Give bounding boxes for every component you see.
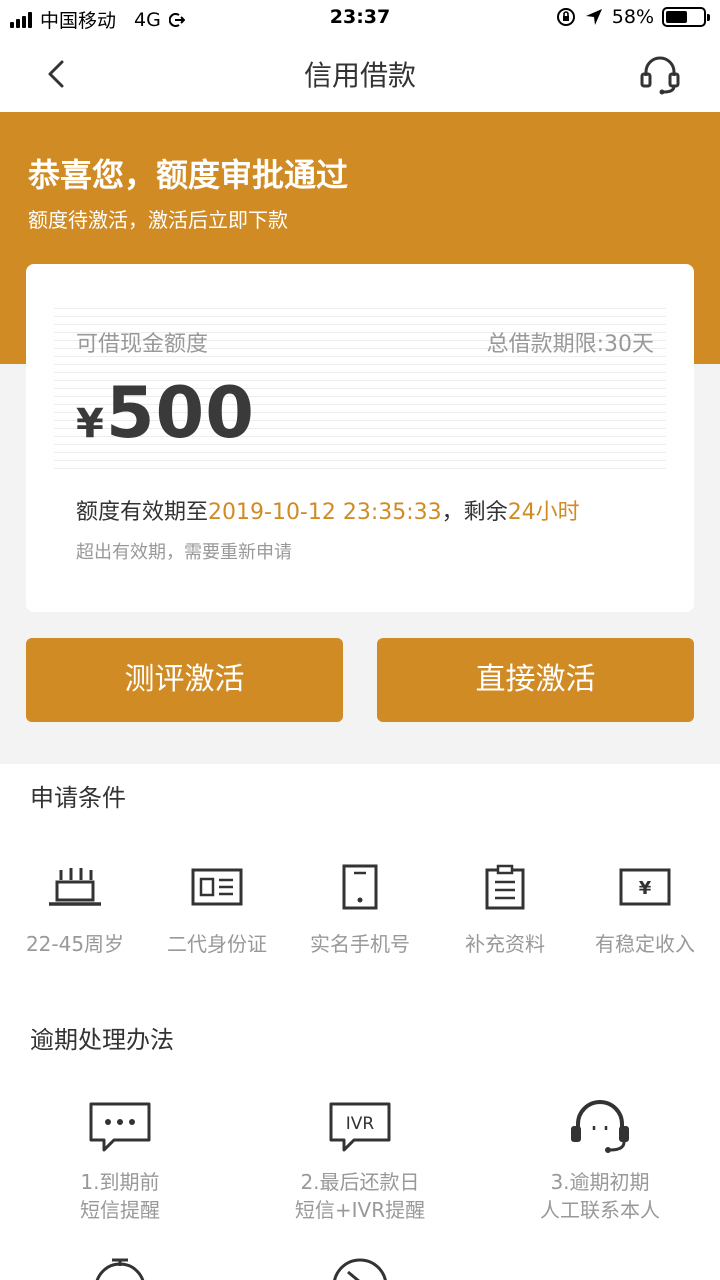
svg-text:¥: ¥ [639,878,652,899]
loan-term-label: 总借款期限:30天 [486,332,654,357]
ivr-bubble-icon: IVR [329,1102,391,1152]
evaluate-activate-button[interactable]: 测评激活 [26,638,343,722]
battery-fill [666,11,687,23]
overdue-step-label: 1.到期前 [80,1170,160,1194]
page-title: 信用借款 [303,59,416,92]
headset-icon [571,1100,629,1153]
battery-icon [662,7,710,27]
status-bar-right: 58% [556,6,710,28]
credit-amount-value: 500 [105,372,255,454]
validity-date: 2019-10-12 23:35:33 [208,500,442,525]
direct-activate-button[interactable]: 直接激活 [377,638,694,722]
validity-note: 超出有效期，需要重新申请 [76,542,292,563]
condition-label: 二代身份证 [167,932,267,956]
condition-item-age: 22-45周岁 [3,864,147,957]
conditions-title: 申请条件 [30,784,126,812]
overdue-step-desc: 短信+IVR提醒 [294,1198,426,1222]
condition-label: 实名手机号 [310,932,410,956]
nav-bar: 信用借款 [0,36,720,112]
overdue-step-2: IVR 2.最后还款日 短信+IVR提醒 [240,1100,480,1224]
credit-limit-card: 可借现金额度 总借款期限:30天 ¥ 500 额度有效期至2019-10-12 … [26,264,694,612]
validity-prefix: 额度有效期至 [76,500,209,525]
condition-label: 22-45周岁 [25,932,125,956]
overdue-title: 逾期处理办法 [30,1026,174,1054]
validity-remaining: 24小时 [507,500,580,525]
condition-item-income: ¥ 有稳定收入 [573,864,717,957]
approval-subtitle: 额度待激活，激活后立即下款 [28,208,288,232]
overdue-step-desc: 短信提醒 [80,1198,160,1222]
id-card-icon [191,868,243,906]
overdue-step-label: 3.逾期初期 [550,1170,650,1194]
orientation-lock-icon [556,8,575,26]
stopwatch-icon [95,1258,145,1280]
condition-item-phone: 实名手机号 [288,864,432,957]
income-card-icon: ¥ [619,868,671,906]
birthday-cake-icon [49,868,101,906]
battery-percent: 58% [611,6,654,28]
credit-amount: ¥ 500 [76,372,255,454]
location-arrow-icon [585,9,602,25]
overdue-step-3: 3.逾期初期 人工联系本人 [480,1100,720,1224]
condition-label: 有稳定收入 [595,932,695,956]
overdue-step-1: 1.到期前 短信提醒 [0,1100,240,1224]
ivr-badge-text: IVR [346,1114,375,1134]
mobile-phone-icon [342,864,378,910]
validity-mid: ，剩余 [441,500,508,525]
currency-symbol: ¥ [76,401,104,447]
credit-limit-label: 可借现金额度 [76,332,209,357]
overdue-step-desc: 人工联系本人 [540,1198,660,1222]
prohibited-icon [333,1258,387,1280]
headset-icon[interactable] [638,52,682,96]
approval-title: 恭喜您，额度审批通过 [28,156,349,194]
condition-item-id-card: 二代身份证 [145,864,289,957]
validity-text: 额度有效期至2019-10-12 23:35:33，剩余24小时 [76,494,580,526]
condition-label: 补充资料 [465,932,545,956]
clipboard-icon [485,864,525,910]
overdue-step-label: 2.最后还款日 [300,1170,420,1194]
sms-bubble-icon [89,1102,151,1152]
condition-item-documents: 补充资料 [433,864,577,957]
status-bar: 中国移动 4G 23:37 58% [0,0,720,36]
